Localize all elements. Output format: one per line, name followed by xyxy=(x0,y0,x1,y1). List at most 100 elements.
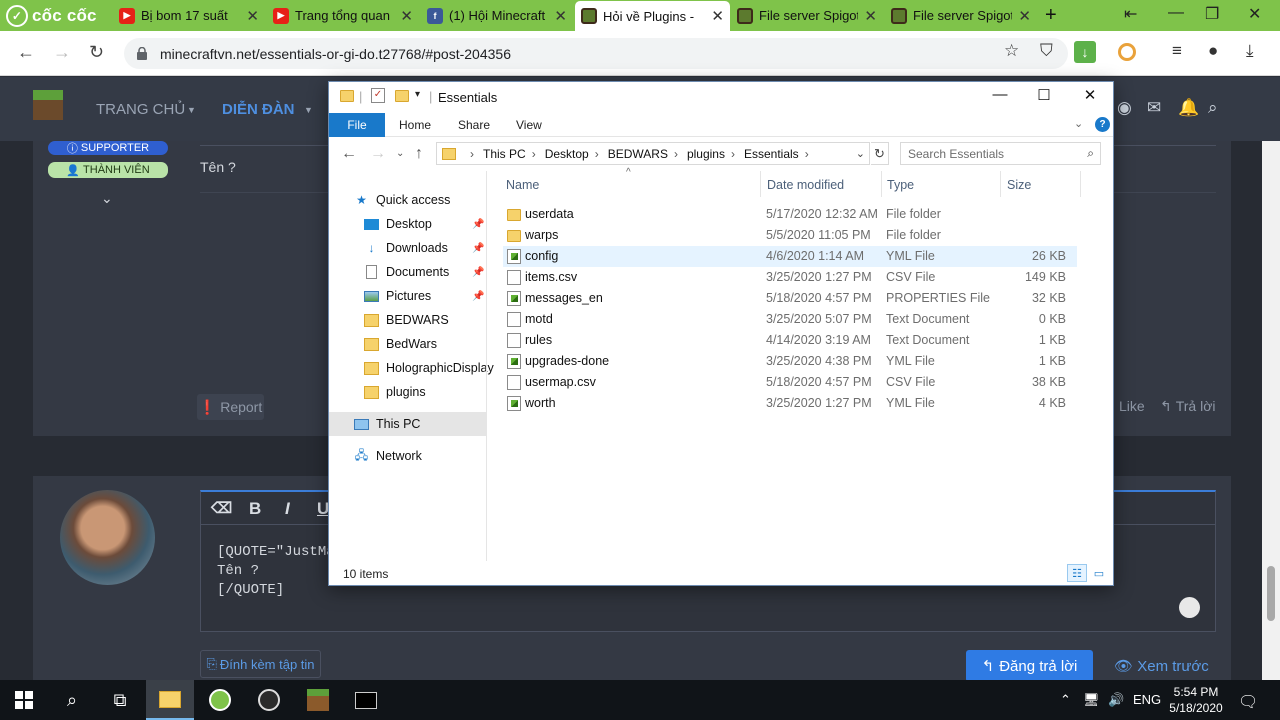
column-date-modified[interactable]: Date modified xyxy=(767,178,844,192)
customize-toolbar-icon[interactable]: ▾ xyxy=(415,89,420,100)
chevron-right-icon[interactable]: › xyxy=(674,147,678,161)
network-icon[interactable]: 🖥 xyxy=(1083,692,1100,708)
details-view-icon[interactable]: ☷ xyxy=(1067,564,1087,582)
chevron-up-icon[interactable]: ⌃ xyxy=(1060,692,1071,708)
file-row[interactable]: worth 3/25/2020 1:27 PM YML File 4 KB xyxy=(503,393,1077,414)
file-row[interactable]: upgrades-done 3/25/2020 4:38 PM YML File… xyxy=(503,351,1077,372)
drag-handle[interactable] xyxy=(1179,597,1200,618)
close-icon[interactable]: ✕ xyxy=(864,7,877,25)
browser-brand[interactable]: ✓ cốc cốc xyxy=(6,3,97,28)
file-row[interactable]: rules 4/14/2020 3:19 AM Text Document 1 … xyxy=(503,330,1077,351)
report-button[interactable]: ❗ Report xyxy=(197,394,264,420)
volume-icon[interactable]: 🔊 xyxy=(1108,692,1124,708)
page-scrollbar[interactable] xyxy=(1262,141,1280,680)
nav-network[interactable]: 🖧 Network xyxy=(329,444,486,468)
breadcrumb-bedwars[interactable]: BEDWARS xyxy=(608,147,668,161)
mail-icon[interactable]: ✉ xyxy=(1147,98,1161,118)
refresh-icon[interactable]: ↻ xyxy=(871,142,889,165)
clock[interactable]: 5:54 PM 5/18/2020 xyxy=(1166,684,1226,716)
new-folder-icon[interactable] xyxy=(395,90,409,102)
column-divider[interactable] xyxy=(1000,171,1001,197)
close-icon[interactable]: ✕ xyxy=(554,7,567,25)
minecraft-grass-block-logo[interactable] xyxy=(33,90,63,120)
tab-4-active[interactable]: Hỏi về Plugins - ✕ xyxy=(575,1,730,31)
tab-file[interactable]: File xyxy=(329,113,385,137)
nav-documents[interactable]: Documents 📌 xyxy=(329,260,486,284)
notifications-icon[interactable]: 🗨 xyxy=(1238,692,1258,712)
tab-view[interactable]: View xyxy=(516,118,542,132)
tab-1[interactable]: ▶ Bị bom 17 suất ✕ xyxy=(113,3,265,28)
pin-icon[interactable]: 📌 xyxy=(472,291,484,302)
forward-arrow-icon[interactable]: → xyxy=(53,42,71,63)
tab-share[interactable]: Share xyxy=(458,118,490,132)
recent-locations-icon[interactable]: ⌄ xyxy=(396,148,404,159)
close-icon[interactable]: ✕ xyxy=(1018,7,1031,25)
minecraft-taskbar-icon[interactable] xyxy=(294,680,342,720)
coccoc-extension-icon[interactable] xyxy=(1118,43,1136,61)
nav-home[interactable]: TRANG CHỦ xyxy=(96,101,185,118)
nav-folder-plugins[interactable]: plugins xyxy=(329,380,486,404)
shield-icon[interactable]: ⛉ xyxy=(1040,41,1053,61)
chevron-down-icon[interactable]: ⌄ xyxy=(101,190,113,207)
downloads-icon[interactable]: ⤓ xyxy=(1246,41,1254,61)
column-divider[interactable] xyxy=(881,171,882,197)
close-icon[interactable]: ✕ xyxy=(711,7,724,25)
coccoc-taskbar-icon[interactable] xyxy=(196,680,244,720)
chevron-right-icon[interactable]: › xyxy=(805,147,809,161)
eraser-icon[interactable]: ⌫ xyxy=(211,499,232,517)
obs-taskbar-icon[interactable] xyxy=(245,680,293,720)
pin-icon[interactable]: 📌 xyxy=(472,219,484,230)
file-row[interactable]: messages_en 5/18/2020 4:57 PM PROPERTIES… xyxy=(503,288,1077,309)
nav-folder-holographic[interactable]: HolographicDisplay xyxy=(329,356,494,380)
expand-ribbon-icon[interactable]: ⌄ xyxy=(1074,117,1083,130)
chevron-down-icon[interactable]: ▼ xyxy=(304,105,313,115)
address-bar[interactable]: minecraftvn.net/essentials-or-gi-do.t277… xyxy=(124,38,1068,69)
download-extension-icon[interactable]: ↓ xyxy=(1074,41,1096,63)
back-arrow-icon[interactable]: ← xyxy=(17,42,35,63)
reload-icon[interactable]: ↻ xyxy=(89,42,104,63)
nav-quick-access[interactable]: ★ Quick access xyxy=(329,188,486,212)
tab-5[interactable]: File server Spigot ✕ xyxy=(731,3,883,28)
post-reply-button[interactable]: ↰ Đăng trả lời xyxy=(966,650,1093,682)
minimize-icon[interactable]: — xyxy=(985,86,1015,103)
language-indicator[interactable]: ENG xyxy=(1133,692,1161,707)
user-avatar-icon[interactable]: ◉ xyxy=(1117,98,1132,118)
close-icon[interactable]: ✕ xyxy=(400,7,413,25)
column-size[interactable]: Size xyxy=(1007,178,1031,192)
close-icon[interactable]: ✕ xyxy=(1075,86,1105,104)
close-window-icon[interactable]: ✕ xyxy=(1248,4,1261,24)
tab-3[interactable]: f (1) Hội Minecraft ✕ xyxy=(421,3,573,28)
italic-button[interactable]: I xyxy=(285,499,290,519)
new-tab-button[interactable]: + xyxy=(1045,4,1057,27)
reply-link[interactable]: ↰ Trả lời xyxy=(1160,398,1216,415)
playlist-icon[interactable]: ≡ xyxy=(1172,41,1182,61)
chevron-down-icon[interactable]: ▼ xyxy=(187,105,196,115)
file-row[interactable]: usermap.csv 5/18/2020 4:57 PM CSV File 3… xyxy=(503,372,1077,393)
column-name[interactable]: Name xyxy=(506,178,539,192)
file-row[interactable]: items.csv 3/25/2020 1:27 PM CSV File 149… xyxy=(503,267,1077,288)
task-view-icon[interactable]: ⧉ xyxy=(96,680,144,720)
chevron-down-icon[interactable]: ⌄ xyxy=(856,147,865,160)
chevron-right-icon[interactable]: › xyxy=(595,147,599,161)
avatar[interactable] xyxy=(60,490,155,585)
up-arrow-icon[interactable]: ↑ xyxy=(415,145,423,163)
file-row-selected[interactable]: config 4/6/2020 1:14 AM YML File 26 KB xyxy=(503,246,1077,267)
search-input[interactable]: Search Essentials ⌕ xyxy=(900,142,1101,165)
start-button[interactable] xyxy=(0,680,48,720)
bold-button[interactable]: B xyxy=(249,499,261,519)
address-breadcrumb[interactable]: › This PC › Desktop › BEDWARS › plugins … xyxy=(436,142,870,165)
column-divider[interactable] xyxy=(760,171,761,197)
chevron-right-icon[interactable]: › xyxy=(470,147,474,161)
tab-home[interactable]: Home xyxy=(399,118,431,132)
pin-icon[interactable]: 📌 xyxy=(472,267,484,278)
large-icons-view-icon[interactable]: ▭ xyxy=(1089,564,1109,582)
nav-folder-bedwars[interactable]: BedWars xyxy=(329,332,486,356)
scrollbar-thumb[interactable] xyxy=(1267,566,1275,621)
tab-6[interactable]: File server Spigot ✕ xyxy=(885,3,1037,28)
like-button[interactable]: Like xyxy=(1119,398,1145,414)
file-row[interactable]: motd 3/25/2020 5:07 PM Text Document 0 K… xyxy=(503,309,1077,330)
preview-button[interactable]: 👁 Xem trước xyxy=(1114,657,1209,675)
restore-tabs-icon[interactable]: ⇤ xyxy=(1124,4,1137,24)
search-icon[interactable]: ⌕ xyxy=(48,680,96,720)
nav-this-pc[interactable]: This PC xyxy=(329,412,486,436)
